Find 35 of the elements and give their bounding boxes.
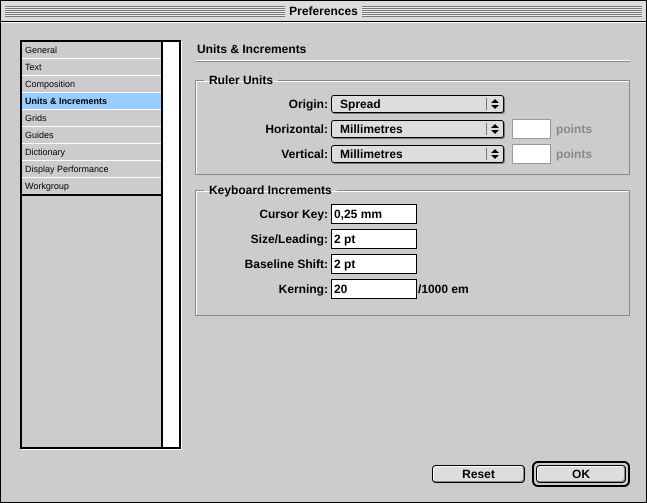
field-label: Vertical:: [280, 146, 329, 160]
input-field[interactable]: 2 pt: [331, 254, 417, 274]
field-label: Baseline Shift:: [244, 256, 329, 270]
category-item[interactable]: Grids: [22, 110, 161, 127]
category-item[interactable]: Units & Increments: [22, 93, 161, 110]
field-label: Size/Leading:: [250, 232, 329, 246]
dropdown[interactable]: Millimetres: [331, 144, 504, 162]
category-item[interactable]: Guides: [22, 127, 161, 144]
input-field[interactable]: 20: [331, 278, 417, 298]
scroll-bar[interactable]: [163, 42, 179, 447]
stepper-arrows-icon: [486, 122, 500, 134]
field-label: Horizontal:: [264, 122, 329, 136]
group-title: Keyboard Increments: [208, 183, 333, 197]
category-item[interactable]: Dictionary: [22, 144, 161, 161]
stepper-arrows-icon: [486, 98, 500, 110]
section-heading: Units & Increments: [195, 40, 630, 61]
input-field[interactable]: 0,25 mm: [331, 204, 417, 224]
category-item[interactable]: Text: [22, 59, 161, 76]
ok-button[interactable]: OK: [536, 465, 626, 483]
window-title: Preferences: [289, 4, 358, 18]
dropdown[interactable]: Millimetres: [331, 120, 504, 138]
category-item[interactable]: Display Performance: [22, 161, 161, 178]
input-field[interactable]: 2 pt: [331, 228, 417, 248]
dropdown[interactable]: Spread: [331, 94, 504, 112]
reset-button[interactable]: Reset: [432, 465, 525, 483]
stepper-arrows-icon: [486, 148, 500, 160]
field-label: Origin:: [288, 96, 329, 110]
unit-label: points: [556, 122, 592, 136]
group-title: Ruler Units: [208, 73, 274, 87]
field-label: Cursor Key:: [258, 206, 329, 220]
unit-label: points: [556, 146, 592, 160]
field-label: Kerning:: [278, 282, 329, 296]
unit-label: /1000 em: [418, 282, 469, 296]
category-item[interactable]: General: [22, 42, 161, 59]
category-item[interactable]: Workgroup: [22, 178, 161, 196]
